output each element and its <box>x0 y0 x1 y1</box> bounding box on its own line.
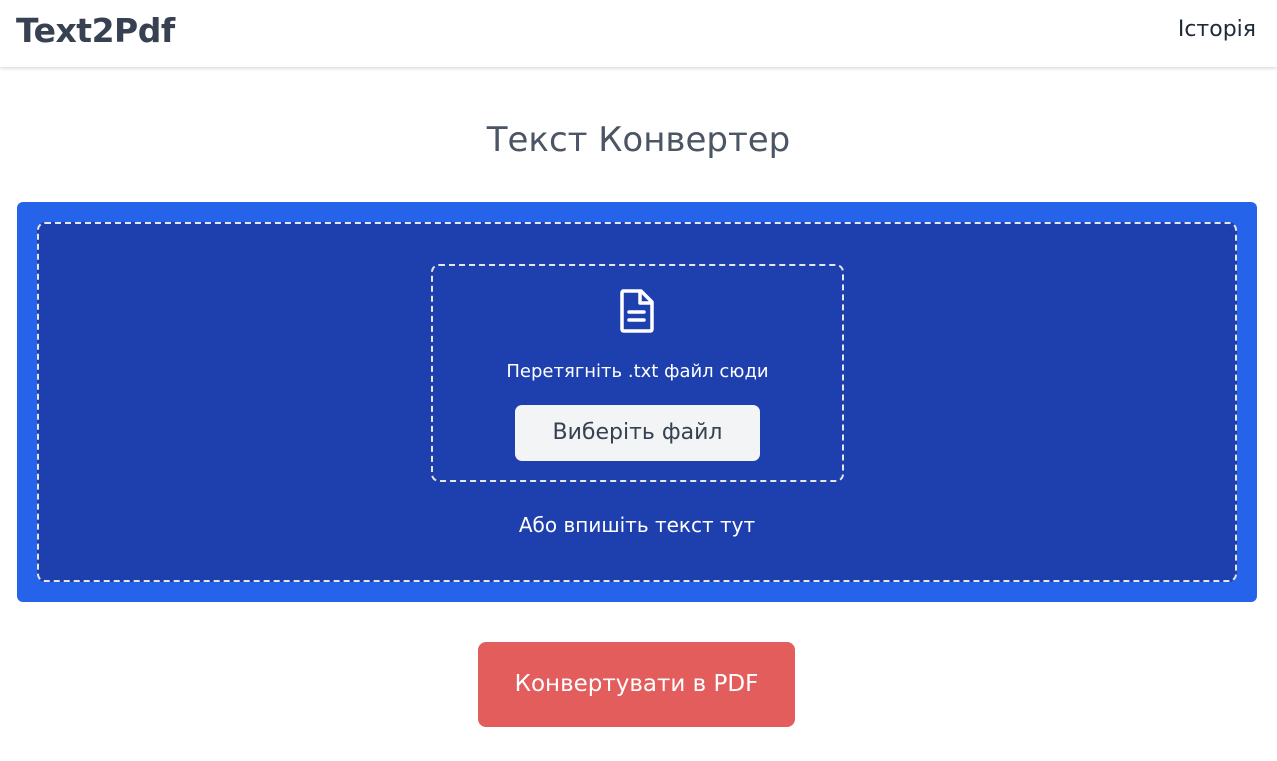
convert-to-pdf-button[interactable]: Конвертувати в PDF <box>478 642 795 727</box>
type-text-hint: Або впишіть текст тут <box>518 513 756 537</box>
brand-logo[interactable]: Text2Pdf <box>16 9 175 53</box>
text-input-area[interactable]: Перетягніть .txt файл сюди Виберіть файл… <box>37 222 1237 582</box>
nav-link-history[interactable]: Історія <box>1178 15 1256 45</box>
file-text-icon <box>620 289 654 333</box>
page-title: Текст Конвертер <box>486 120 791 160</box>
drop-instruction: Перетягніть .txt файл сюди <box>506 361 769 382</box>
top-navbar: Text2Pdf Історія <box>0 0 1277 67</box>
choose-file-button[interactable]: Виберіть файл <box>515 405 760 461</box>
converter-panel: Перетягніть .txt файл сюди Виберіть файл… <box>17 202 1257 602</box>
file-drop-zone[interactable]: Перетягніть .txt файл сюди Виберіть файл <box>431 264 844 482</box>
